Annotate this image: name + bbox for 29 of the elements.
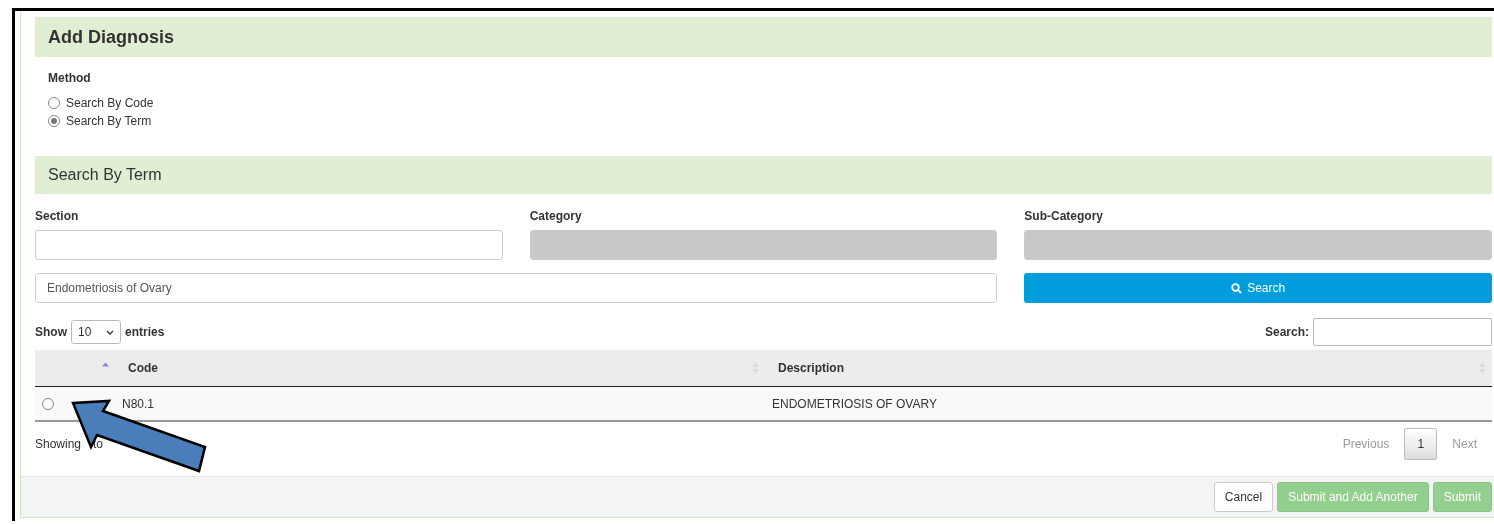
input-field[interactable] xyxy=(35,230,503,260)
radio-button[interactable] xyxy=(48,96,60,109)
page-button[interactable]: 1 xyxy=(1404,428,1438,460)
column-header[interactable]: Description xyxy=(765,350,1492,387)
table-info: Showing xyxy=(35,437,82,451)
term-field[interactable]: Endometriosis of Ovary xyxy=(35,273,998,303)
chevron-icon xyxy=(106,329,114,335)
search-icon xyxy=(1231,282,1243,294)
field-label: Category xyxy=(529,209,583,223)
table-search-field[interactable] xyxy=(1313,318,1492,346)
radio-label[interactable]: Search By Term xyxy=(66,113,152,128)
table-cell: ENDOMETRIOSIS OF OVARY xyxy=(765,387,1492,422)
sort-icon xyxy=(102,361,109,367)
table-cell: N80.1 xyxy=(115,387,765,422)
method-label: Method xyxy=(48,71,92,85)
page-size-select[interactable]: 10 xyxy=(71,320,121,344)
panel-title: Add Diagnosis xyxy=(35,17,1492,57)
section-title: Search By Term xyxy=(35,156,1492,194)
radio-label[interactable]: Search By Code xyxy=(66,95,154,110)
footer-button[interactable]: Cancel xyxy=(1213,482,1274,512)
radio-button[interactable] xyxy=(48,114,60,127)
field-label: Section xyxy=(35,209,80,223)
entries-label: entries xyxy=(125,325,165,339)
row-radio[interactable] xyxy=(42,397,54,410)
search-label: Search: xyxy=(1264,325,1309,339)
field-label: Sub-Category xyxy=(1024,209,1104,223)
column-header[interactable]: Code xyxy=(115,350,765,387)
column-header[interactable] xyxy=(35,350,115,387)
show-label: Show xyxy=(35,325,67,339)
